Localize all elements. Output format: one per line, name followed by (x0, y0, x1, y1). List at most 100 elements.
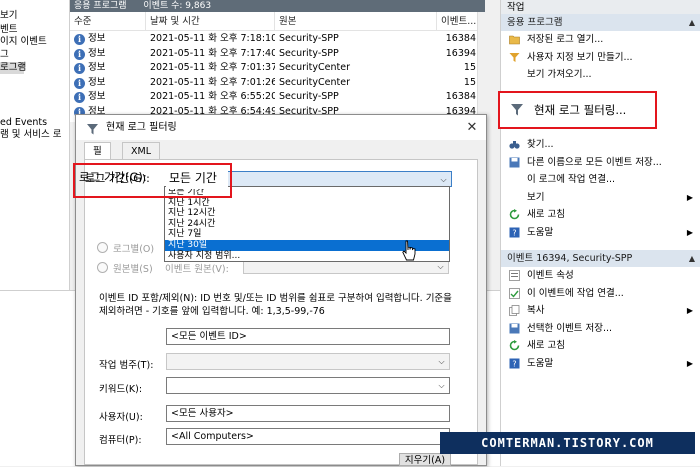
tree-item[interactable]: 이지 이벤트 (0, 36, 70, 48)
user-label: 사용자(U): (99, 412, 143, 423)
action-item[interactable]: 보기 ▶ (501, 189, 700, 206)
section-title: 이벤트 16394, Security-SPP (507, 253, 633, 264)
keywords-select[interactable]: ⌵ (166, 377, 450, 394)
tab-filter[interactable]: 필터 (84, 142, 111, 174)
cell-level: 정보 (88, 91, 106, 102)
by-source-radio[interactable] (97, 262, 108, 273)
chevron-down-icon: ⌵ (438, 381, 445, 390)
submenu-arrow-icon: ▶ (686, 306, 693, 315)
log-time-option[interactable]: 지난 7일 (165, 229, 449, 240)
action-item[interactable]: 저장된 로그 열기... (501, 31, 700, 48)
cell-source: Security-SPP (279, 33, 339, 44)
clear-button[interactable]: 지우기(A) (399, 453, 451, 466)
table-row[interactable]: i 정보 2021-05-11 화 오후 7:01:26 SecurityCenter… (70, 76, 485, 91)
user-input[interactable]: <모든 사용자> (166, 405, 450, 422)
tree-item[interactable]: 로그램 (0, 62, 26, 74)
log-time-option[interactable]: 지난 1시간 (165, 198, 449, 209)
cell-id: 16394 (445, 47, 476, 59)
action-label: 보기 가져오기... (527, 69, 592, 80)
action-item[interactable]: ? 도움말 ▶ (501, 224, 700, 241)
table-row[interactable]: i 정보 2021-05-11 화 오후 6:55:20 Security-SPP 16… (70, 90, 485, 105)
tree-item[interactable]: 벤트 (0, 24, 70, 36)
by-source-label: 원본별(S) (113, 264, 153, 275)
table-row[interactable]: i 정보 2021-05-11 화 오후 7:01:37 SecurityCenter… (70, 61, 485, 76)
cell-source: SecurityCenter (279, 62, 350, 73)
column-header[interactable]: 수준 (70, 12, 146, 31)
callout-filter-label[interactable]: 현재 로그 필터링... (534, 102, 626, 118)
action-label: 도움말 (527, 226, 554, 238)
computer-label: 컴퓨터(P): (99, 435, 142, 446)
submenu-arrow-icon: ▶ (686, 192, 693, 202)
actions-section-header[interactable]: 이벤트 16394, Security-SPP ▲ (501, 250, 700, 267)
info-icon: i (74, 34, 85, 45)
action-item[interactable]: 복사 ▶ (501, 302, 700, 319)
action-item[interactable]: 이 로그에 작업 연결... (501, 171, 700, 188)
task-icon (509, 287, 520, 299)
table-row[interactable]: i 정보 2021-05-11 화 오후 7:17:40 Security-SPP 16… (70, 47, 485, 62)
action-label: 복사 (527, 305, 545, 316)
log-time-option[interactable]: 지난 24시간 (165, 219, 449, 230)
computer-input[interactable]: <All Computers> (166, 428, 450, 445)
log-time-option[interactable]: 지난 12시간 (165, 208, 449, 219)
cell-source: Security-SPP (279, 47, 339, 59)
column-header[interactable]: 날짜 및 시간 (146, 12, 275, 31)
action-item[interactable]: 다른 이름으로 모든 이벤트 저장... (501, 154, 700, 171)
mouse-cursor-icon (402, 240, 416, 265)
tree-item[interactable]: 램 및 서비스 로 (0, 129, 70, 141)
action-label: 도움말 (527, 357, 554, 369)
event-id-help: 이벤트 ID 포함/제외(N): ID 번호 및/또는 ID 범위를 쉼표로 구… (99, 293, 452, 317)
tree-item[interactable]: 보기 (0, 10, 70, 22)
cell-datetime: 2021-05-11 화 오후 6:55:20 (150, 91, 275, 102)
task-category-label: 작업 범주(T): (99, 360, 154, 371)
chevron-down-icon: ⌵ (440, 175, 447, 184)
submenu-arrow-icon: ▶ (686, 358, 693, 368)
event-id-input[interactable]: <모든 이벤트 ID> (166, 328, 450, 345)
action-item[interactable]: ? 도움말 ▶ (501, 355, 700, 372)
collapse-icon[interactable]: ▲ (689, 14, 695, 31)
action-item[interactable]: 새로 고침 (501, 206, 700, 223)
help-icon: ? (509, 227, 520, 238)
action-item[interactable]: 사용자 지정 보기 만들기... (501, 49, 700, 66)
event-count: 이벤트 수: 9,863 (143, 1, 212, 11)
action-item[interactable]: 이 이벤트에 작업 연결... (501, 285, 700, 302)
column-header[interactable]: 원본 (275, 12, 437, 31)
action-item[interactable]: 찾기... (501, 136, 700, 153)
actions-section-header[interactable]: 응용 프로그램 ▲ (501, 14, 700, 31)
tab-xml[interactable]: XML (122, 142, 160, 159)
log-header: 응용 프로그램 이벤트 수: 9,863 (70, 0, 485, 12)
action-item[interactable]: 이벤트 속성 (501, 267, 700, 284)
tree-item[interactable]: 그 (0, 49, 70, 61)
cell-level: 정보 (88, 33, 106, 44)
event-source-select[interactable]: ⌵ (243, 260, 449, 274)
event-source-label: 이벤트 원본(V): (165, 264, 229, 275)
cell-level: 정보 (88, 47, 106, 59)
actions-pane: 작업 응용 프로그램 ▲ 저장된 로그 열기... 사용자 지정 보기 만들기... 보… (500, 0, 700, 466)
section-title: 응용 프로그램 (507, 17, 563, 28)
action-item[interactable]: 보기 가져오기... (501, 66, 700, 83)
table-scrollbar[interactable] (477, 12, 485, 122)
log-title: 응용 프로그램 (74, 1, 127, 11)
refresh-icon (509, 340, 520, 351)
log-time-value-callout: 모든 기간 (166, 168, 228, 189)
collapse-icon[interactable]: ▲ (689, 250, 695, 267)
keywords-label: 키워드(K): (99, 384, 143, 395)
cell-id: 15 (463, 62, 476, 73)
action-label: 새로 고침 (527, 209, 565, 220)
task-category-select[interactable]: ⌵ (166, 353, 450, 370)
help-icon: ? (509, 358, 520, 369)
action-item[interactable]: 새로 고침 (501, 337, 700, 354)
by-log-radio[interactable] (97, 242, 108, 253)
tree-item[interactable]: ed Events (0, 117, 70, 129)
action-item[interactable]: 선택한 이벤트 저장... (501, 320, 700, 337)
table-row[interactable]: i 정보 2021-05-11 화 오후 7:18:10 Security-SPP 16… (70, 32, 485, 47)
watermark: COMTERMAN.TISTORY.COM (440, 432, 695, 454)
cell-source: Security-SPP (279, 91, 339, 102)
close-icon[interactable]: ✕ (462, 115, 482, 140)
log-time-label-callout: 로그 기간(G): (79, 170, 147, 184)
filter-icon (510, 103, 524, 120)
submenu-arrow-icon: ▶ (686, 227, 693, 237)
svg-text:?: ? (512, 228, 516, 237)
callout-filter-current-log: 현재 로그 필터링... (498, 91, 657, 129)
action-label: 사용자 지정 보기 만들기... (527, 51, 633, 63)
info-icon: i (74, 63, 85, 74)
